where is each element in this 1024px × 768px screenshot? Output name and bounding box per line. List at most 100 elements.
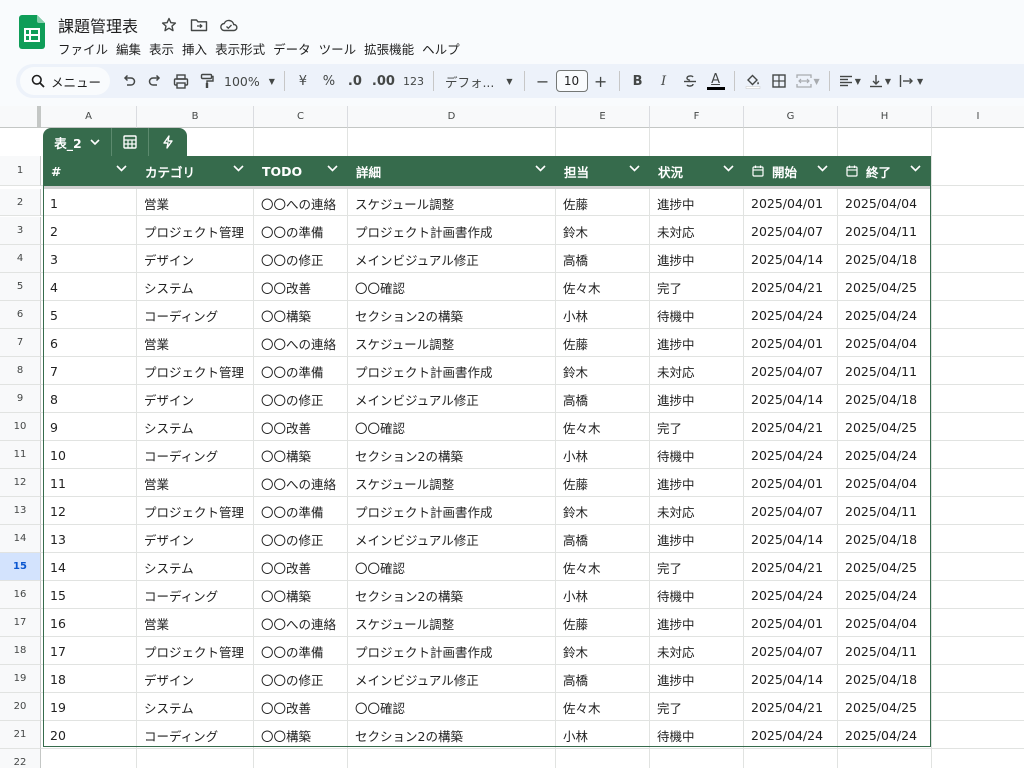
cell-category[interactable]: コーディング [137, 301, 254, 329]
cell-start-date[interactable]: 2025/04/14 [744, 665, 838, 693]
column-header-a[interactable]: A [41, 106, 137, 128]
cell-todo[interactable]: 〇〇構築 [254, 441, 348, 469]
cell-assignee[interactable]: 佐々木 [556, 693, 650, 721]
row-header[interactable]: 10 [0, 413, 41, 441]
cell-start-date[interactable]: 2025/04/01 [744, 609, 838, 637]
cell-status[interactable]: 未対応 [650, 357, 744, 385]
table-header-status[interactable]: 状況 [650, 156, 744, 186]
cell-assignee[interactable]: 鈴木 [556, 217, 650, 245]
cell-category[interactable]: プロジェクト管理 [137, 357, 254, 385]
row-header[interactable]: 1 [0, 156, 41, 186]
cell-category[interactable]: システム [137, 413, 254, 441]
menu-format[interactable]: 表示形式 [215, 37, 273, 60]
cell-detail[interactable]: プロジェクト計画書作成 [348, 217, 556, 245]
cell-detail[interactable]: 〇〇確認 [348, 693, 556, 721]
cell-end-date[interactable]: 2025/04/25 [838, 693, 931, 721]
menu-edit[interactable]: 編集 [116, 37, 149, 60]
cell-end-date[interactable]: 2025/04/11 [838, 217, 931, 245]
cell-detail[interactable]: セクション2の構築 [348, 581, 556, 609]
column-header-f[interactable]: F [650, 106, 744, 128]
cell-end-date[interactable]: 2025/04/25 [838, 273, 931, 301]
borders-button[interactable] [766, 67, 792, 95]
row-header[interactable]: 14 [0, 525, 41, 553]
row-header[interactable]: 13 [0, 497, 41, 525]
cell-number[interactable]: 16 [43, 609, 137, 637]
cell-start-date[interactable]: 2025/04/07 [744, 217, 838, 245]
cell-category[interactable]: コーディング [137, 581, 254, 609]
cell-category[interactable]: デザイン [137, 525, 254, 553]
row-header[interactable]: 19 [0, 665, 41, 693]
cell-start-date[interactable]: 2025/04/24 [744, 581, 838, 609]
font-size-increase-button[interactable]: + [588, 67, 614, 95]
cell-end-date[interactable]: 2025/04/04 [838, 189, 931, 217]
column-header-h[interactable]: H [838, 106, 932, 128]
cell-category[interactable]: 営業 [137, 609, 254, 637]
cell-end-date[interactable]: 2025/04/24 [838, 581, 931, 609]
cell-status[interactable]: 進捗中 [650, 385, 744, 413]
cell-assignee[interactable]: 鈴木 [556, 357, 650, 385]
undo-button[interactable] [116, 67, 142, 95]
table-header-assignee[interactable]: 担当 [556, 156, 650, 186]
cell-todo[interactable]: 〇〇への連絡 [254, 469, 348, 497]
cell-status[interactable]: 待機中 [650, 301, 744, 329]
cell-detail[interactable]: スケジュール調整 [348, 609, 556, 637]
cell-end-date[interactable]: 2025/04/24 [838, 441, 931, 469]
horizontal-align-button[interactable]: ▼ [835, 67, 865, 95]
cell-category[interactable]: 営業 [137, 329, 254, 357]
cell-start-date[interactable]: 2025/04/07 [744, 357, 838, 385]
cell-detail[interactable]: スケジュール調整 [348, 469, 556, 497]
row-header[interactable]: 4 [0, 245, 41, 273]
cell-todo[interactable]: 〇〇の準備 [254, 497, 348, 525]
cell-assignee[interactable]: 鈴木 [556, 637, 650, 665]
row-header[interactable]: 7 [0, 329, 41, 357]
cell-assignee[interactable]: 佐々木 [556, 273, 650, 301]
cell-todo[interactable]: 〇〇の準備 [254, 637, 348, 665]
merge-cells-button[interactable]: ▼ [792, 67, 824, 95]
cell-start-date[interactable]: 2025/04/14 [744, 525, 838, 553]
fill-color-button[interactable] [740, 67, 766, 95]
cloud-status-icon[interactable] [218, 14, 240, 36]
cell-assignee[interactable]: 高橋 [556, 385, 650, 413]
cell-end-date[interactable]: 2025/04/11 [838, 497, 931, 525]
cell-number[interactable]: 19 [43, 693, 137, 721]
cell-status[interactable]: 完了 [650, 553, 744, 581]
cell-assignee[interactable]: 小林 [556, 581, 650, 609]
print-button[interactable] [168, 67, 194, 95]
row-header[interactable]: 12 [0, 469, 41, 497]
cell-start-date[interactable]: 2025/04/21 [744, 413, 838, 441]
cell-end-date[interactable]: 2025/04/04 [838, 329, 931, 357]
table-header-todo[interactable]: TODO [254, 156, 348, 186]
cell-todo[interactable]: 〇〇の修正 [254, 245, 348, 273]
cell-number[interactable]: 15 [43, 581, 137, 609]
decrease-decimal-button[interactable]: .0 [342, 67, 368, 95]
cell-end-date[interactable]: 2025/04/18 [838, 245, 931, 273]
cell-end-date[interactable]: 2025/04/11 [838, 357, 931, 385]
cell-detail[interactable]: 〇〇確認 [348, 413, 556, 441]
column-header-i[interactable]: I [932, 106, 1024, 128]
cell-todo[interactable]: 〇〇構築 [254, 721, 348, 749]
row-header[interactable]: 2 [0, 189, 41, 216]
cell-todo[interactable]: 〇〇の修正 [254, 385, 348, 413]
italic-button[interactable]: I [651, 67, 677, 95]
cell-detail[interactable]: プロジェクト計画書作成 [348, 637, 556, 665]
cell-assignee[interactable]: 佐々木 [556, 553, 650, 581]
cell-status[interactable]: 進捗中 [650, 469, 744, 497]
cell-todo[interactable]: 〇〇の修正 [254, 665, 348, 693]
cell-start-date[interactable]: 2025/04/24 [744, 441, 838, 469]
cell-number[interactable]: 8 [43, 385, 137, 413]
cell-end-date[interactable]: 2025/04/25 [838, 413, 931, 441]
table-header-category[interactable]: カテゴリ [137, 156, 254, 186]
cell-assignee[interactable]: 小林 [556, 441, 650, 469]
currency-format-button[interactable]: ¥ [290, 67, 316, 95]
cell-status[interactable]: 待機中 [650, 581, 744, 609]
cell-status[interactable]: 進捗中 [650, 245, 744, 273]
row-header[interactable]: 17 [0, 609, 41, 637]
cell-category[interactable]: プロジェクト管理 [137, 637, 254, 665]
menu-search[interactable]: メニュー [20, 67, 111, 95]
cell-number[interactable]: 20 [43, 721, 137, 749]
cell-detail[interactable]: スケジュール調整 [348, 189, 556, 217]
text-wrapping-button[interactable]: ▼ [895, 67, 927, 95]
menu-help[interactable]: ヘルプ [422, 37, 468, 60]
star-icon[interactable] [158, 14, 180, 36]
cell-end-date[interactable]: 2025/04/04 [838, 609, 931, 637]
